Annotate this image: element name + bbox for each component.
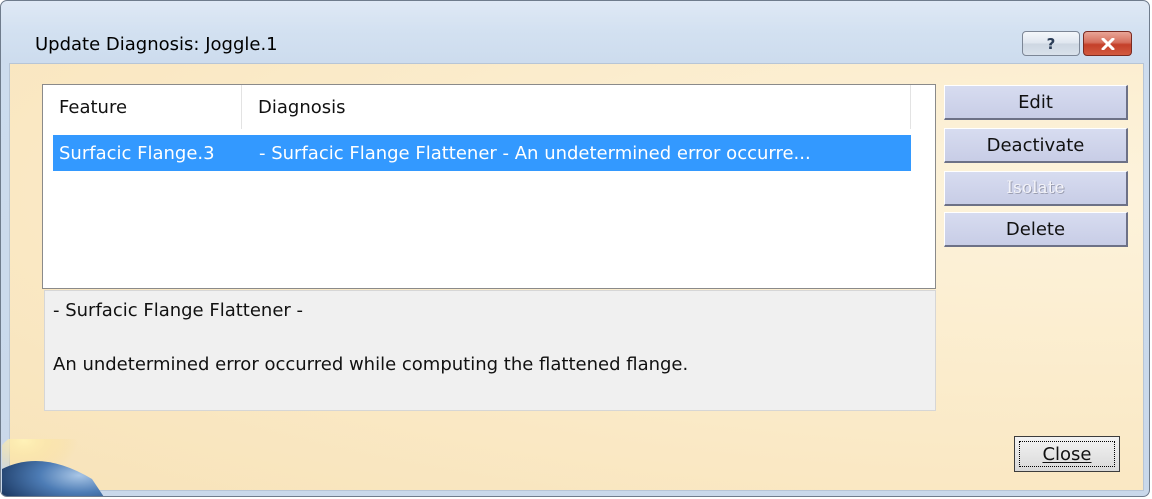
app-logo-icon xyxy=(2,439,104,496)
diagnosis-list[interactable]: Feature Diagnosis Surfacic Flange.3 - Su… xyxy=(42,84,936,289)
dialog-body: Feature Diagnosis Surfacic Flange.3 - Su… xyxy=(2,63,1144,496)
row-diagnosis-cell: - Surfacic Flange Flattener - An undeter… xyxy=(259,142,811,164)
details-message: An undetermined error occurred while com… xyxy=(53,354,689,375)
deactivate-button[interactable]: Deactivate xyxy=(944,128,1128,163)
close-button[interactable]: Close xyxy=(1014,436,1120,472)
dialog-window: Update Diagnosis: Joggle.1 ? Feature Dia… xyxy=(0,0,1150,497)
title-bar[interactable]: Update Diagnosis: Joggle.1 ? xyxy=(1,1,1149,61)
column-header-feature[interactable]: Feature xyxy=(43,85,242,129)
list-header: Feature Diagnosis xyxy=(43,85,935,129)
details-heading: - Surfacic Flange Flattener - xyxy=(53,300,304,321)
delete-button[interactable]: Delete xyxy=(944,212,1128,247)
help-icon: ? xyxy=(1046,34,1056,53)
list-row[interactable]: Surfacic Flange.3 - Surfacic Flange Flat… xyxy=(53,135,911,171)
column-header-diagnosis[interactable]: Diagnosis xyxy=(242,85,911,129)
diagnosis-details: - Surfacic Flange Flattener - An undeter… xyxy=(44,290,936,411)
edit-button[interactable]: Edit xyxy=(944,85,1128,120)
column-header-filler xyxy=(911,85,935,129)
close-icon xyxy=(1101,37,1114,50)
help-button[interactable]: ? xyxy=(1022,31,1080,56)
window-close-button[interactable] xyxy=(1083,31,1132,56)
row-feature-cell: Surfacic Flange.3 xyxy=(59,142,215,164)
window-title: Update Diagnosis: Joggle.1 xyxy=(35,34,278,55)
close-button-label: Close xyxy=(1042,443,1092,465)
isolate-button: Isolate xyxy=(944,171,1128,206)
